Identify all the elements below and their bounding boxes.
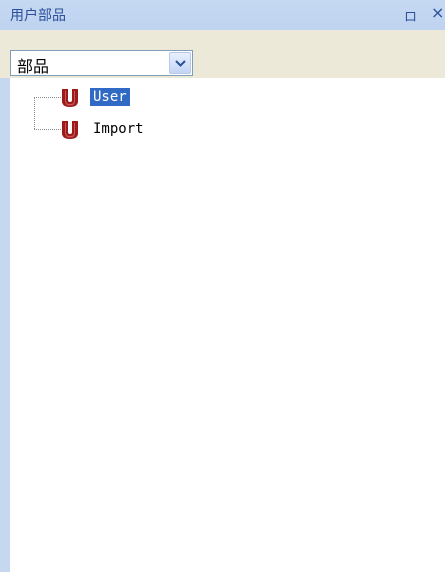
- combo-selected-value: 部品: [17, 57, 50, 76]
- tree-item-label: User: [90, 88, 130, 106]
- tree-connector-vertical: [34, 97, 35, 129]
- category-combobox[interactable]: 部品: [10, 50, 193, 76]
- parts-tree: User Import: [10, 78, 445, 572]
- pin-icon[interactable]: ロ: [404, 6, 417, 25]
- tree-item-import[interactable]: Import: [60, 119, 190, 141]
- panel-left-edge: [0, 78, 10, 572]
- panel-title: 用户部品: [10, 8, 66, 24]
- tree-connector-horizontal: [34, 97, 61, 98]
- tree-item-user[interactable]: User: [60, 87, 180, 109]
- user-part-icon: [62, 89, 78, 107]
- combo-dropdown-button[interactable]: [169, 52, 191, 74]
- panel-title-bar: 用户部品 ロ ×: [0, 0, 445, 30]
- tree-connector-horizontal: [34, 129, 61, 130]
- chevron-down-icon: [175, 60, 186, 67]
- close-icon[interactable]: ×: [431, 3, 444, 22]
- user-part-icon: [62, 121, 78, 139]
- tree-item-label: Import: [93, 121, 144, 137]
